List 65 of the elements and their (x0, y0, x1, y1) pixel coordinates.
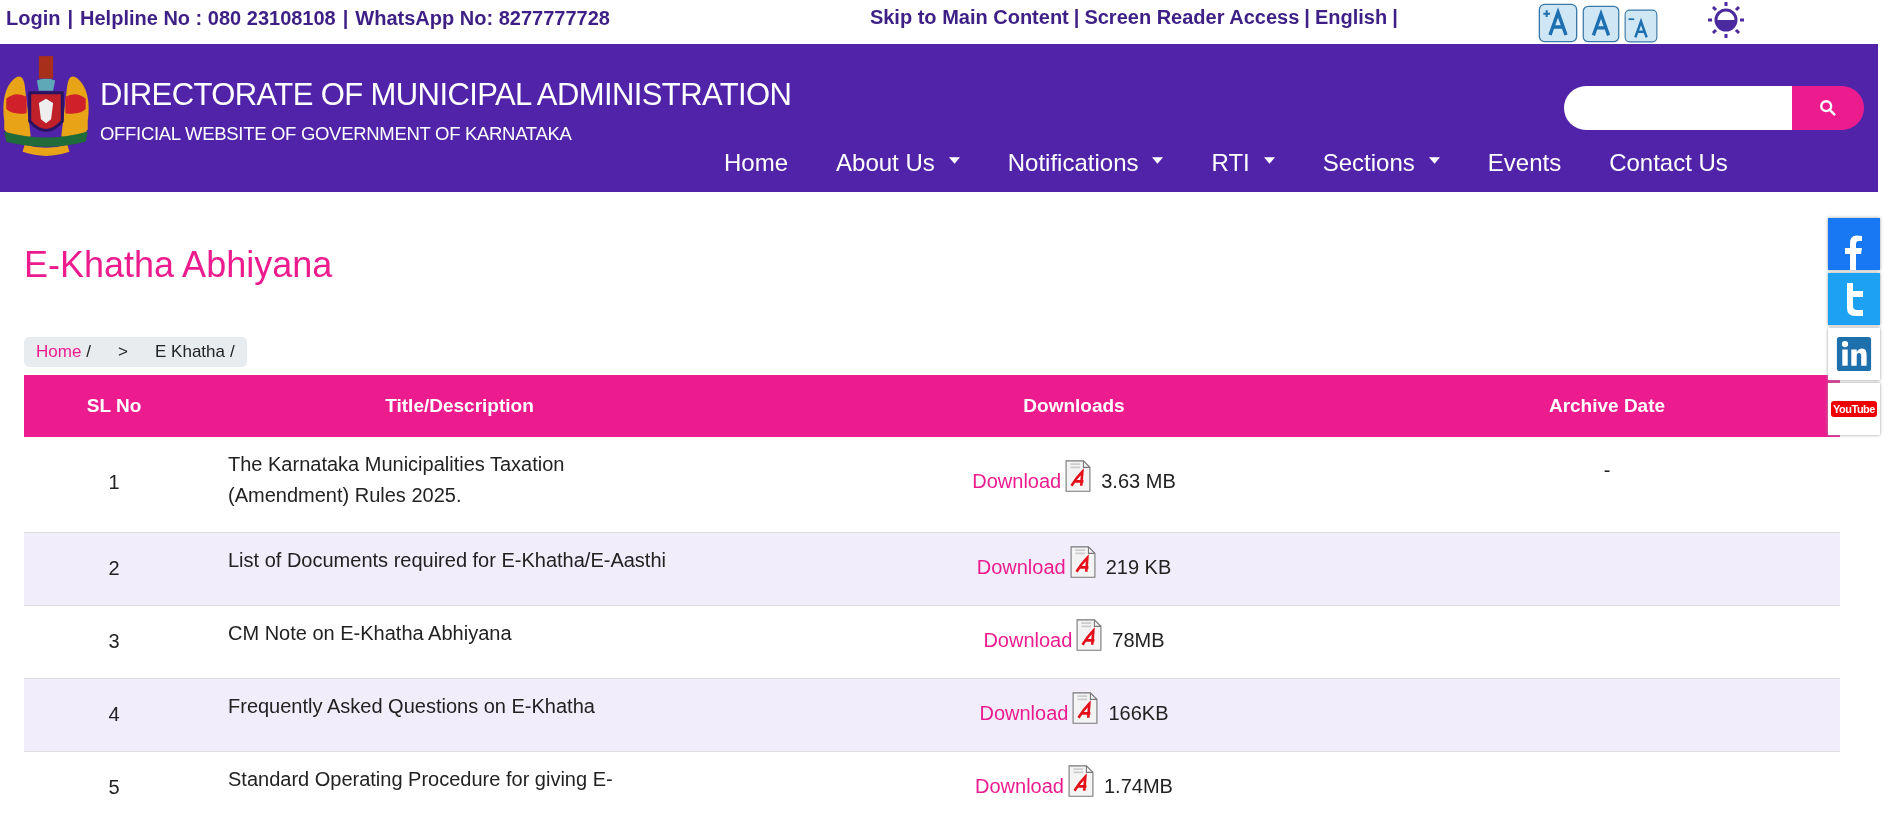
nav-link[interactable]: About Us (812, 145, 984, 181)
nav-link[interactable]: Notifications (983, 145, 1188, 181)
site-subtitle: OFFICIAL WEBSITE OF GOVERNMENT OF KARNATAKA (100, 123, 573, 145)
separator: | (1073, 6, 1080, 29)
pdf-icon (1069, 544, 1096, 579)
linkedin-icon[interactable] (1828, 328, 1880, 380)
file-size: 1.74MB (1104, 774, 1173, 798)
separator: | (1392, 6, 1398, 29)
separator: | (67, 7, 74, 30)
download-link[interactable]: Download (972, 470, 1062, 493)
top-link[interactable]: English (1314, 6, 1388, 29)
separator: | (1304, 6, 1310, 29)
site-title: DIRECTORATE OF MUNICIPAL ADMINISTRATION (100, 77, 792, 113)
file-size: 219 KB (1105, 555, 1172, 579)
file-size: 166KB (1108, 701, 1169, 725)
nav-link[interactable]: Home (700, 145, 813, 181)
nav-link[interactable]: RTI (1187, 145, 1299, 181)
youtube-logo[interactable]: YouTube (1831, 401, 1877, 417)
table-cell-text: The Karnataka Municipalities Taxation (Amendment) Rules 2025. (228, 452, 566, 508)
breadcrumb-item: > (118, 342, 129, 362)
separator: | (342, 7, 349, 30)
table-cell-text: List of Documents required for E-Khatha/E-Aasthi (228, 547, 667, 573)
facebook-icon[interactable] (1828, 218, 1880, 270)
file-size: 3.63 MB (1101, 470, 1176, 493)
table-cell-text: CM Note on E-Khatha Abhiyana (228, 620, 513, 646)
download-link[interactable]: Download (983, 628, 1073, 652)
search-button[interactable] (1791, 86, 1864, 130)
top-link[interactable]: WhatsApp No: 8277777728 (355, 7, 610, 30)
pdf-icon (1072, 690, 1099, 725)
table-cell-text: Frequently Asked Questions on E-Khatha (228, 693, 596, 719)
font-decrease-icon[interactable] (1623, 9, 1658, 43)
pdf-icon (1068, 763, 1094, 798)
nav-link[interactable]: Sections (1298, 145, 1464, 181)
file-size: 78MB (1112, 628, 1165, 652)
breadcrumb-item: E Khatha (155, 342, 225, 362)
column-header: Title/Description (204, 375, 774, 437)
table-cell: 3 (108, 629, 120, 652)
pdf-icon (1065, 459, 1092, 493)
top-link[interactable]: Screen Reader Access (1084, 6, 1300, 29)
table-cell: 4 (108, 702, 120, 725)
table-cell: - (1603, 459, 1611, 481)
nav-link[interactable]: Events (1463, 145, 1586, 181)
font-normal-icon[interactable] (1581, 5, 1620, 43)
top-link[interactable]: Skip to Main Content (869, 6, 1069, 29)
contrast-icon[interactable] (1705, 0, 1746, 40)
download-link[interactable]: Download (979, 701, 1069, 725)
search-icon (1818, 99, 1837, 117)
search-field[interactable] (1563, 86, 1792, 130)
twitter-icon[interactable] (1828, 273, 1880, 325)
font-increase-icon[interactable] (1537, 3, 1578, 43)
pdf-icon (1076, 617, 1103, 652)
breadcrumb-separator: / (230, 342, 235, 362)
download-link[interactable]: Download (976, 555, 1066, 579)
page-title: E-Khatha Abhiyana (24, 243, 334, 287)
column-header: Downloads (774, 375, 1374, 437)
column-header: SL No (24, 375, 204, 437)
table-cell: 5 (108, 775, 120, 798)
breadcrumb-separator: / (86, 342, 92, 362)
nav-link[interactable]: Contact Us (1585, 145, 1752, 181)
top-link[interactable]: Helpline No : 080 23108108 (80, 7, 336, 30)
download-link[interactable]: Download (975, 774, 1064, 798)
table-cell-text: Standard Operating Procedure for giving E- (228, 766, 614, 792)
table-cell: 2 (108, 556, 120, 579)
table-cell: 1 (108, 471, 120, 493)
top-link[interactable]: Login (6, 7, 61, 30)
